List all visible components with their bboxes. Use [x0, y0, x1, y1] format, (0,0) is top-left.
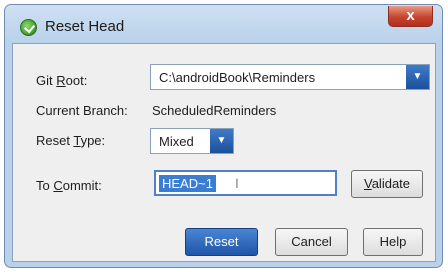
- validate-button[interactable]: Validate: [351, 170, 423, 198]
- git-root-value: C:\androidBook\Reminders: [159, 70, 316, 85]
- current-branch-label: Current Branch:: [36, 103, 128, 118]
- help-button[interactable]: Help: [363, 228, 423, 256]
- reset-type-dropdown[interactable]: Mixed ▼: [150, 128, 234, 154]
- text-cursor-icon: I: [235, 175, 239, 191]
- to-commit-input[interactable]: HEAD~1 I: [154, 170, 337, 196]
- close-button[interactable]: x: [388, 6, 433, 27]
- reset-head-dialog: Reset Head x Git Root: C:\androidBook\Re…: [4, 4, 443, 268]
- git-root-dropdown[interactable]: C:\androidBook\Reminders ▼: [150, 64, 430, 90]
- git-root-label: Git Root:: [36, 73, 88, 88]
- reset-type-label: Reset Type:: [36, 133, 106, 148]
- to-commit-value: HEAD~1: [159, 175, 216, 192]
- chevron-down-icon[interactable]: ▼: [406, 65, 429, 89]
- current-branch-value: ScheduledReminders: [152, 103, 277, 118]
- dialog-title: Reset Head: [45, 18, 125, 35]
- title-bar: Reset Head x: [5, 5, 442, 43]
- to-commit-label: To Commit:: [36, 178, 102, 193]
- git-reset-icon: [20, 19, 37, 36]
- cancel-button[interactable]: Cancel: [275, 228, 348, 256]
- reset-type-value: Mixed: [159, 134, 194, 149]
- reset-button[interactable]: Reset: [185, 228, 258, 256]
- chevron-down-icon[interactable]: ▼: [210, 129, 233, 153]
- dialog-body: Git Root: C:\androidBook\Reminders ▼ Cur…: [12, 43, 436, 262]
